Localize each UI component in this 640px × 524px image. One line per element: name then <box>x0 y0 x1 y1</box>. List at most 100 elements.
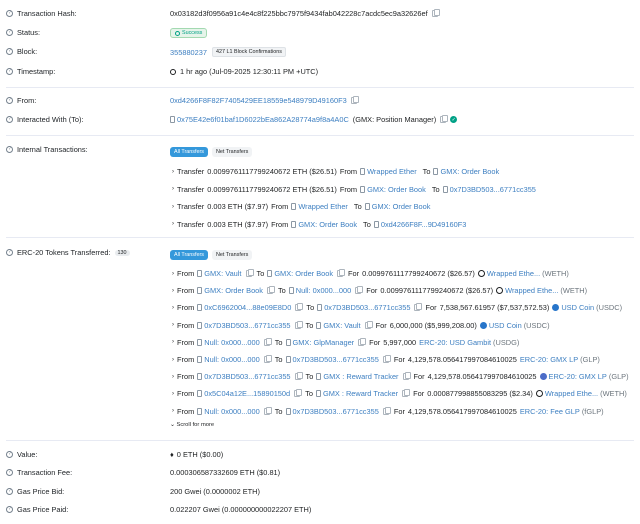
help-icon[interactable]: ? <box>6 506 13 513</box>
help-icon[interactable]: ? <box>6 451 13 458</box>
help-icon[interactable]: ? <box>6 469 13 476</box>
token-from-link[interactable]: 0x5C04a12E...15890150d <box>204 389 290 398</box>
for-word: For <box>413 372 425 382</box>
token-name-link[interactable]: Wrapped Ethe... <box>545 389 598 398</box>
token-to-link[interactable]: Null: 0x000...000 <box>296 286 351 295</box>
token-name-link[interactable]: USD Coin <box>561 303 594 312</box>
help-icon[interactable]: ? <box>6 10 13 17</box>
value-amount: 0 ETH ($0.00) <box>176 450 224 459</box>
from-word: From <box>271 202 289 211</box>
eth-icon: ♦ <box>170 450 174 459</box>
copy-icon[interactable] <box>382 406 391 415</box>
token-name-link[interactable]: ERC-20: USD Gambit <box>419 338 491 347</box>
help-icon[interactable]: ? <box>6 97 13 104</box>
token-to-link[interactable]: 0x7D3BD503...6771cc355 <box>324 303 410 312</box>
contract-icon <box>285 356 291 363</box>
token-from-link[interactable]: 0xC6962004...88e09E8D0 <box>204 303 291 312</box>
token-name-link[interactable]: Wrapped Ethe... <box>505 286 558 295</box>
help-icon[interactable]: ? <box>6 116 13 123</box>
copy-icon[interactable] <box>337 269 346 277</box>
token-from-link[interactable]: 0x7D3BD503...6771cc355 <box>204 321 290 330</box>
help-icon[interactable]: ? <box>6 146 13 153</box>
erc20-count-badge: 130 <box>114 249 130 256</box>
copy-icon[interactable] <box>355 286 364 295</box>
token-to-link[interactable]: 0x7D3BD503...6771cc355 <box>293 407 379 416</box>
token-name-link[interactable]: Wrapped Ethe... <box>487 269 540 278</box>
copy-icon[interactable] <box>382 355 391 363</box>
token-from-link[interactable]: GMX: Order Book <box>204 286 263 295</box>
tab-all-transfers[interactable]: All Transfers <box>170 147 208 157</box>
scroll-more[interactable]: ⌄ Scroll for more <box>170 422 214 428</box>
copy-icon[interactable] <box>431 9 440 17</box>
transfer-to-link[interactable]: 0x7D3BD503...6771cc355 <box>450 185 536 194</box>
copy-icon[interactable] <box>245 269 254 277</box>
token-from-link[interactable]: GMX: Vault <box>204 269 241 278</box>
token-from-link[interactable]: Null: 0x000...000 <box>204 338 259 347</box>
copy-icon[interactable] <box>440 115 449 123</box>
copy-icon[interactable] <box>263 337 272 346</box>
contract-icon <box>315 390 321 398</box>
copy-icon[interactable] <box>364 320 373 329</box>
token-to-link[interactable]: GMX : Reward Tracker <box>323 389 398 398</box>
transfer-to-link[interactable]: GMX: Order Book <box>372 202 431 211</box>
token-from-link[interactable]: 0x7D3BD503...6771cc355 <box>204 372 290 381</box>
from-word: From <box>177 372 195 382</box>
tab-net-transfers[interactable]: Net Transfers <box>211 147 253 157</box>
for-word: For <box>393 406 405 416</box>
transfer-from-link[interactable]: GMX: Order Book <box>298 220 357 229</box>
copy-icon[interactable] <box>402 389 411 398</box>
transfer-amount: 0.003 ETH ($7.97) <box>207 202 269 211</box>
help-icon[interactable]: ? <box>6 48 13 55</box>
token-from-link[interactable]: Null: 0x000...000 <box>204 355 259 364</box>
from-word: From <box>177 320 195 330</box>
caret-right-icon: › <box>172 356 174 363</box>
copy-icon[interactable] <box>402 372 411 381</box>
copy-icon[interactable] <box>266 286 275 295</box>
interacted-address-link[interactable]: 0x75E42e6f01baf1D6022bEa862A28774a9f8a4A… <box>177 115 349 124</box>
copy-icon[interactable] <box>358 337 367 346</box>
token-amount: 0.0099761117799240672 ($26.57) <box>380 286 494 296</box>
token-from-link[interactable]: Null: 0x000...000 <box>204 407 259 416</box>
tab-all-transfers[interactable]: All Transfers <box>170 250 208 260</box>
help-icon[interactable]: ? <box>6 29 13 36</box>
token-symbol: (WETH) <box>600 389 627 399</box>
transfer-from-link[interactable]: Wrapped Ether <box>367 167 417 176</box>
token-name-link[interactable]: USD Coin <box>489 321 522 330</box>
from-word: From <box>177 303 195 313</box>
token-to-link[interactable]: GMX: GlpManager <box>293 338 355 347</box>
copy-icon[interactable] <box>294 389 303 398</box>
transfer-amount: 0.003 ETH ($7.97) <box>207 219 269 229</box>
transfer-from-link[interactable]: GMX: Order Book <box>367 185 426 194</box>
contract-icon <box>291 220 297 228</box>
token-amount: 0.0099761117799240672 ($26.57) <box>362 269 475 278</box>
copy-icon[interactable] <box>294 372 303 381</box>
token-to-link[interactable]: 0x7D3BD503...6771cc355 <box>293 355 379 364</box>
copy-icon[interactable] <box>263 355 272 363</box>
erc20-transfer-row: › From GMX: Order Book To Null: 0x000...000 F… <box>172 286 587 295</box>
help-icon[interactable]: ? <box>6 488 13 495</box>
token-name-link[interactable]: ERC-20: Fee GLP <box>520 407 580 416</box>
copy-icon[interactable] <box>350 96 359 104</box>
copy-icon[interactable] <box>295 303 304 312</box>
transfer-from-link[interactable]: Wrapped Ether <box>298 202 348 211</box>
token-name-link[interactable]: ERC-20: GMX LP <box>549 372 607 381</box>
block-number-link[interactable]: 355880237 <box>170 48 207 57</box>
transfer-to-link[interactable]: 0xd4266F8F...9D49160F3 <box>381 220 466 229</box>
help-icon[interactable]: ? <box>6 68 13 75</box>
token-to-link[interactable]: GMX: Order Book <box>274 269 333 278</box>
interacted-name: (GMX: Position Manager) <box>352 115 437 124</box>
transfer-to-link[interactable]: GMX: Order Book <box>440 167 499 176</box>
help-icon[interactable]: ? <box>6 249 13 256</box>
contract-icon <box>197 356 203 363</box>
from-address-link[interactable]: 0xd4266F8F82F7405429EE18559e548979D49160… <box>170 96 347 105</box>
copy-icon[interactable] <box>414 303 423 312</box>
tab-net-transfers[interactable]: Net Transfers <box>211 250 253 260</box>
copy-icon[interactable] <box>263 406 272 415</box>
copy-icon[interactable] <box>294 320 303 329</box>
token-to-link[interactable]: GMX: Vault <box>323 321 360 330</box>
token-to-link[interactable]: GMX : Reward Tracker <box>323 372 398 381</box>
transfer-word: Transfer <box>177 167 205 176</box>
erc20-transfer-row: › From Null: 0x000...000 To GMX: GlpManager F… <box>172 337 519 347</box>
token-name-link[interactable]: ERC-20: GMX LP <box>520 355 578 364</box>
tx-hash-value: 0x03182d3f0956a91c4e4c8f225bbc7975f9434f… <box>170 9 428 18</box>
